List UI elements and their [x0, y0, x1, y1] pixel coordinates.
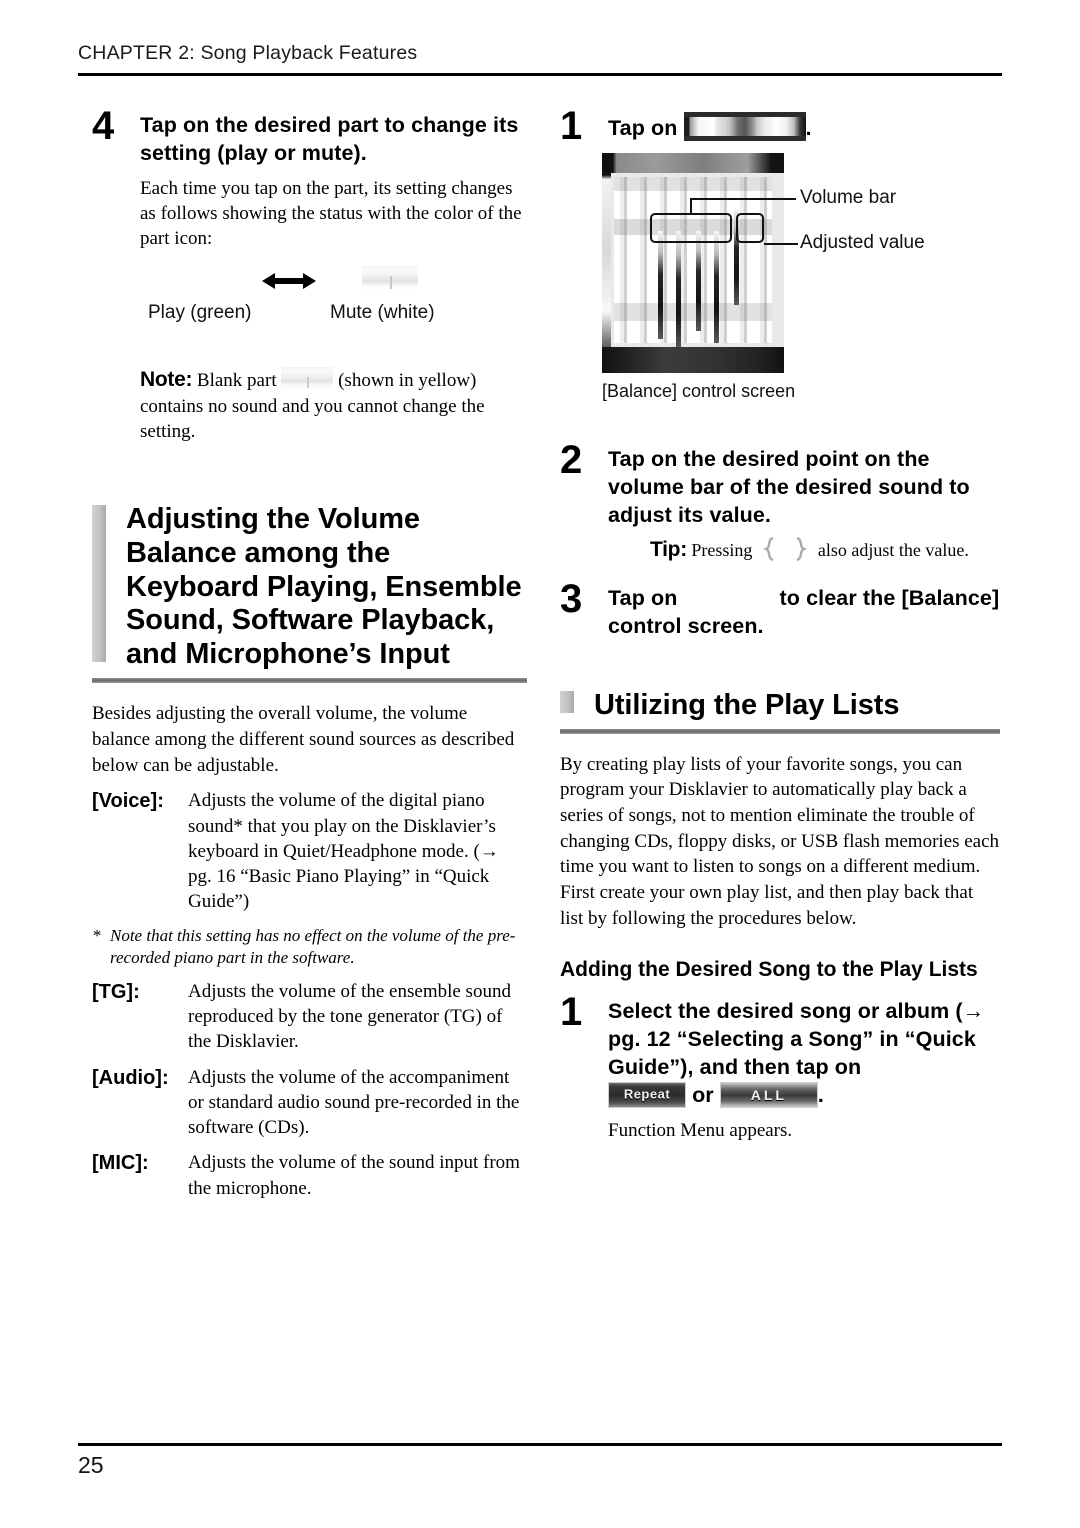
step-4-title: Tap on the desired part to change its se… — [140, 113, 519, 165]
figure-caption: [Balance] control screen — [602, 380, 796, 401]
step-2-tip: Tip: Pressing also adjust the value. — [608, 536, 1000, 563]
volume-bar-callout-box — [650, 212, 732, 243]
adjusted-value-leader — [764, 242, 798, 245]
part-icon-blank — [281, 366, 334, 391]
section-heading-play-lists-text: Utilizing the Play Lists — [594, 688, 900, 721]
volume-bar-leader-horizontal — [690, 197, 796, 200]
lcd-bar-stripe-4 — [714, 230, 719, 343]
tip-label: Tip: — [650, 537, 687, 561]
repeat-button-icon: Repeat — [608, 1081, 686, 1108]
volume-bar-button-icon — [683, 112, 806, 141]
tip-text-before-icons: Pressing — [691, 539, 753, 560]
blank-part-note: Note: Blank part (shown in yellow) conta… — [140, 366, 527, 445]
section-heading-volume-balance-text: Adjusting the Volume Balance among the K… — [126, 502, 522, 671]
step-1b-number: 1 — [560, 989, 583, 1034]
step-3-text-before-icon: Tap on — [608, 586, 678, 611]
mute-legend-label: Mute (white) — [330, 301, 435, 323]
step-1-add-song: 1 Select the desired song or album (→ pg… — [560, 992, 1000, 1143]
step-1b-period: . — [817, 1082, 824, 1107]
lcd-title-bar — [602, 152, 784, 173]
definition-desc-mic: Adjusts the volume of the sound input fr… — [188, 1152, 520, 1199]
definition-term-audio: [Audio]: — [92, 1066, 169, 1089]
all-button-label: ALL — [750, 1086, 787, 1103]
footnote-marker: * — [92, 925, 101, 945]
lcd-screenshot — [602, 152, 784, 373]
lcd-shade-row-3 — [614, 302, 772, 321]
sound-source-definition-list: [Voice]: Adjusts the volume of the digit… — [92, 788, 527, 1201]
step-3-number: 3 — [560, 577, 583, 622]
note-text-before-icon: Blank part — [196, 369, 277, 391]
step-1-text-after-icon: . — [805, 116, 812, 140]
section-heading-rule — [92, 678, 527, 684]
step-1-title: Tap on . — [608, 112, 1000, 143]
lcd-bar-stripe-2 — [676, 230, 681, 349]
volume-bar-leader-vertical — [690, 197, 692, 215]
definition-desc-audio: Adjusts the volume of the accompaniment … — [188, 1066, 520, 1139]
adjusted-value-callout-box — [736, 212, 764, 243]
step-4-body: Each time you tap on the part, its setti… — [140, 177, 522, 250]
volume-bar-callout-label: Volume bar — [800, 186, 897, 208]
definition-term-tg: [TG]: — [92, 980, 140, 1003]
play-legend-label: Play (green) — [148, 301, 252, 323]
section-heading-volume-balance: Adjusting the Volume Balance among the K… — [92, 503, 527, 673]
tip-text-after-icons: also adjust the value. — [817, 539, 969, 560]
lcd-right-edge — [602, 152, 611, 373]
step-3-title: Tap on to clear the [Balance] control sc… — [608, 585, 1000, 641]
volume-balance-intro: Besides adjusting the overall volume, th… — [92, 703, 515, 776]
step-3-balance: 3 Tap on to clear the [Balance] control … — [560, 579, 1000, 641]
step-1b-text: Select the desired song or album (→ pg. … — [608, 998, 985, 1079]
definition-desc-tg: Adjusts the volume of the ensemble sound… — [188, 980, 511, 1053]
page-number: 25 — [78, 1452, 104, 1478]
part-icon-white — [362, 265, 418, 292]
header-rule — [78, 73, 1002, 76]
balance-control-screen-figure: Volume bar Adjusted value [Balance] cont… — [560, 152, 1000, 402]
step-4: 4 Tap on the desired part to change its … — [92, 106, 527, 445]
step-1b-title: Select the desired song or album (→ pg. … — [608, 998, 1000, 1110]
note-label: Note: — [140, 367, 193, 391]
jog-dial-right-icon — [790, 536, 810, 562]
adjusted-value-callout-label: Adjusted value — [800, 231, 925, 253]
voice-footnote: * Note that this setting has no effect o… — [92, 925, 527, 969]
close-button-icon-faded — [683, 586, 780, 609]
definition-row-tg: [TG]: Adjusts the volume of the ensemble… — [92, 979, 527, 1055]
running-head: CHAPTER 2: Song Playback Features — [78, 42, 418, 64]
step-1b-body: Function Menu appears. — [608, 1119, 793, 1141]
sub-heading-adding-song: Adding the Desired Song to the Play List… — [560, 958, 978, 982]
play-lists-heading-rule — [560, 728, 1000, 734]
definition-row-voice: [Voice]: Adjusts the volume of the digit… — [92, 788, 527, 914]
lcd-bar-stripe-1 — [658, 230, 663, 339]
jog-dial-left-icon — [760, 536, 780, 562]
section-heading-play-lists: Utilizing the Play Lists — [560, 689, 1000, 723]
play-mute-legend: Play (green) Mute (white) — [140, 265, 527, 342]
definition-row-mic: [MIC]: Adjusts the volume of the sound i… — [92, 1150, 527, 1201]
step-1-text-before-icon: Tap on — [608, 116, 678, 140]
repeat-button-label: Repeat — [623, 1086, 671, 1102]
step-4-number: 4 — [92, 104, 115, 148]
step-1-balance: 1 Tap on . — [560, 106, 1000, 146]
step-2-number: 2 — [560, 437, 583, 482]
definition-term-voice: [Voice]: — [92, 790, 164, 813]
definition-term-mic: [MIC]: — [92, 1152, 149, 1175]
lcd-bottom-bar — [602, 346, 784, 373]
right-column: 1 Tap on . Volume bar Adjusted value [Ba… — [560, 106, 1000, 1147]
step-1-number: 1 — [560, 104, 583, 148]
play-lists-intro: By creating play lists of your favorite … — [560, 753, 1000, 929]
footer-rule — [78, 1443, 1002, 1446]
lcd-shade-row-1 — [614, 176, 772, 191]
definition-row-audio: [Audio]: Adjusts the volume of the accom… — [92, 1065, 527, 1141]
lcd-bar-stripe-3 — [696, 230, 701, 331]
step-2-title: Tap on the desired point on the volume b… — [608, 446, 970, 527]
left-right-arrow-icon — [262, 272, 316, 290]
step-2-balance: 2 Tap on the desired point on the volume… — [560, 440, 1000, 563]
step-1b-or: or — [692, 1082, 714, 1107]
definition-desc-voice: Adjusts the volume of the digital piano … — [188, 790, 499, 913]
left-column: 4 Tap on the desired part to change its … — [92, 106, 527, 1211]
footnote-text: Note that this setting has no effect on … — [110, 925, 516, 967]
all-button-icon: ALL — [719, 1081, 818, 1108]
document-page: CHAPTER 2: Song Playback Features 4 Tap … — [0, 0, 1080, 1528]
